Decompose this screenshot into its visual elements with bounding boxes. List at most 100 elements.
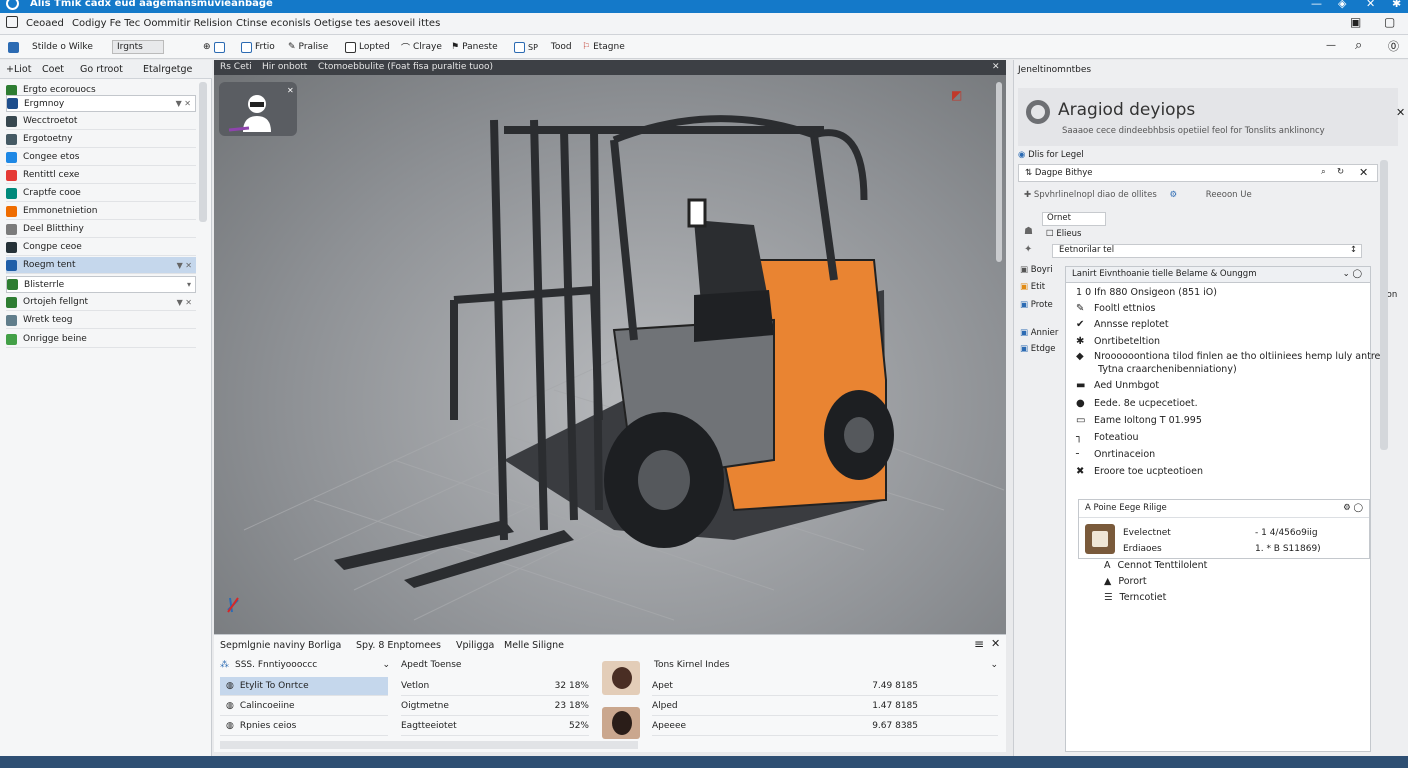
pin-icon[interactable]: ✱ (1392, 0, 1401, 10)
toolbar-tood[interactable]: SP Tood (514, 40, 572, 54)
bottom-tab[interactable]: Borliga (308, 640, 341, 651)
tab-target[interactable]: Etalrgetge (143, 64, 192, 75)
table-row[interactable]: Vetlon 32 18% (401, 677, 589, 696)
toolbar-inputs[interactable]: Irgnts (112, 40, 164, 54)
dialog-item[interactable]: ▭ Eame Ioltong T 01.995 (1076, 415, 1202, 426)
dialog-item[interactable]: ✎ Fooltl ettnios (1076, 303, 1156, 314)
toolbar-frtio[interactable]: ⊕ (203, 40, 225, 54)
filter-row[interactable]: ✚ Spvhrlinelnopl diao de ollites ⚙ Reeoo… (1024, 190, 1364, 204)
row-actions-icon[interactable]: ▼ ✕ (177, 298, 196, 307)
toolbar-paneste[interactable]: ⚑ Paneste (451, 40, 498, 54)
dialog-item[interactable]: ✔ Annsse replotet (1076, 319, 1169, 330)
refresh-icon[interactable]: ↻ (1337, 167, 1344, 177)
close-window-icon[interactable]: ✕ (1366, 0, 1375, 10)
field-input[interactable]: Ornet (1042, 212, 1106, 226)
list-item[interactable]: ◍ Etylit To Onrtce (220, 677, 388, 696)
dialog-item[interactable]: ✖ Eroore toe ucpteotioen (1076, 466, 1203, 477)
menu-icon[interactable]: ≡ (974, 637, 984, 651)
toolbar-clraye[interactable]: ⌒ Clraye (401, 40, 442, 54)
input-field[interactable]: Eetnorilar tel ↕ (1052, 244, 1362, 258)
tree-item[interactable]: Ortojeh fellgnt ▼ ✕ (6, 294, 196, 311)
tree-item[interactable]: Ergmnoy ▼ ✕ (6, 95, 196, 112)
close-header-icon[interactable]: ✕ (1396, 106, 1405, 119)
list-item[interactable]: ◍ Calincoeiine (220, 697, 388, 716)
table-row[interactable]: Apeeee 9.67 8385 (652, 717, 998, 736)
viewport-3d[interactable]: Rs Ceti Hir onbott Ctomoebbulite (Foat f… (214, 60, 1006, 634)
dialog-item[interactable]: Tytna craarchenibenniationy) (1098, 364, 1237, 375)
tree-item[interactable]: Wretk teog (6, 312, 196, 329)
dialog-tail-item[interactable]: ▲ Porort (1104, 576, 1147, 587)
left-scrollbar[interactable] (199, 82, 207, 222)
info-icon[interactable]: ⓪ (1388, 38, 1399, 54)
tab-root[interactable]: Go rtroot (80, 64, 123, 75)
tree-item[interactable]: Deel Blitthiny (6, 221, 196, 238)
menu-item[interactable]: Ctinse econisls Oetigse tes aesoveil itt… (236, 18, 440, 29)
menu-item[interactable]: Codigy Fe Tec Oommitir Relision (72, 18, 232, 29)
table-row[interactable]: Apet 7.49 8185 (652, 677, 998, 696)
menu-item[interactable]: Ceoaed (26, 18, 64, 29)
table-row[interactable]: Eagtteeiotet 52% (401, 717, 589, 736)
side-item[interactable]: ▣ Etit (1020, 282, 1045, 292)
tab-coet[interactable]: Coet (42, 64, 64, 75)
close-bottom-icon[interactable]: ✕ (991, 637, 1000, 650)
breadcrumb[interactable]: Jeneltinomntbes (1018, 65, 1091, 75)
left-list-header[interactable]: ⁂ SSS. Fnntiyoooccc ⌄ (220, 655, 390, 674)
dialog-item[interactable]: ▬ Aed Unmbgot (1076, 380, 1159, 391)
tab-list[interactable]: +Liot (6, 64, 31, 75)
bottom-tab[interactable]: Sepmlgnie naviny (220, 640, 305, 651)
dialog-item[interactable]: ● Eede. 8e ucpecetioet. (1076, 398, 1198, 409)
tree-item[interactable]: Ergotoetny (6, 131, 196, 148)
side-item[interactable]: ▣ Boyri (1020, 265, 1053, 275)
horizontal-scrollbar[interactable] (220, 741, 638, 749)
app-menu-icon[interactable] (6, 16, 18, 28)
bottom-tab[interactable]: Melle Siligne (504, 640, 564, 651)
stepper-icon[interactable]: ↕ (1350, 245, 1357, 255)
close-doc-icon[interactable]: ▢ (1384, 15, 1395, 29)
tree-item[interactable]: Onrigge beine (6, 331, 196, 348)
search-icon[interactable]: ⌕ (1355, 38, 1362, 53)
subsection-bar[interactable]: ⇅ Dagpe Bithye ⌕ ↻ ✕ (1018, 164, 1378, 182)
layout-icon[interactable]: ▣ (1350, 15, 1361, 29)
tree-item[interactable]: Roegm tent ▼ ✕ (6, 257, 196, 274)
dialog-item[interactable]: ╴ Onrtinaceion (1076, 449, 1155, 460)
row-actions-icon[interactable]: ▼ ✕ (176, 99, 195, 108)
tree-item[interactable]: Rentittl cexe (6, 167, 196, 184)
toolbar-pralise[interactable]: ✎ Pralise (288, 40, 328, 54)
restore-icon[interactable]: ◈ (1338, 0, 1346, 10)
table-row[interactable]: Oigtmetne 23 18% (401, 697, 589, 716)
side-item[interactable]: ▣ Prote (1020, 300, 1053, 310)
bottom-tab[interactable]: Vpiligga (456, 640, 494, 651)
chevron-down-icon[interactable]: ▾ (187, 280, 195, 289)
dialog-tail-item[interactable]: A Cennot Tenttilolent (1104, 560, 1207, 571)
dialog-tail-item[interactable]: ☰ Terncotiet (1104, 592, 1166, 603)
tree-item[interactable]: Emmonetnietion (6, 203, 196, 220)
toolbar-etagne[interactable]: ⚐ Etagne (582, 40, 625, 54)
tree-item[interactable]: Wecctroetot (6, 113, 196, 130)
right-list-header[interactable]: Tons Kirnel Indes ⌄ (654, 655, 998, 674)
toolbar-frtio-btn[interactable]: Frtio (241, 40, 275, 54)
minimize-icon[interactable]: — (1311, 0, 1322, 10)
side-item[interactable]: ▣ Annier (1020, 328, 1058, 338)
side-item[interactable]: ▣ Etdge (1020, 344, 1055, 354)
dialog-item[interactable]: ◆ Nroooooontiona tilod finlen ae tho olti… (1076, 351, 1380, 362)
tree-item[interactable]: Blisterrle ▾ (6, 276, 196, 293)
list-item[interactable]: ◍ Rpnies ceios (220, 717, 388, 736)
dialog-item[interactable]: ┐ Foteatiou (1076, 432, 1139, 443)
toolbar-home[interactable]: Stilde o Wilke (8, 40, 93, 54)
section-header[interactable]: ◉ Dlis for Legel (1018, 150, 1378, 162)
detail-header[interactable]: A Poine Eege Rilige ⚙ ◯ (1079, 500, 1369, 518)
search-icon[interactable]: ⌕ (1321, 167, 1326, 177)
right-scrollbar[interactable] (1380, 160, 1388, 450)
dialog-item[interactable]: 1 0 Ifn 880 Onsigeon (851 iO) (1076, 287, 1217, 298)
tree-item[interactable]: Congee etos (6, 149, 196, 166)
dialog-item[interactable]: ✱ Onrtibeteltion (1076, 336, 1160, 347)
bottom-tab[interactable]: Spy. 8 Enptomees (356, 640, 441, 651)
row-actions-icon[interactable]: ▼ ✕ (177, 261, 196, 270)
toolbar-lopted[interactable]: Lopted (345, 40, 390, 54)
check-row[interactable]: ☐ Elieus (1046, 229, 1081, 239)
collapse-icon[interactable]: — (1326, 40, 1336, 51)
close-subsection-icon[interactable]: ✕ (1359, 166, 1368, 179)
tree-item[interactable]: Craptfe cooe (6, 185, 196, 202)
settings-icon[interactable]: ⚙ ◯ (1343, 503, 1363, 513)
table-row[interactable]: Alped 1.47 8185 (652, 697, 998, 716)
